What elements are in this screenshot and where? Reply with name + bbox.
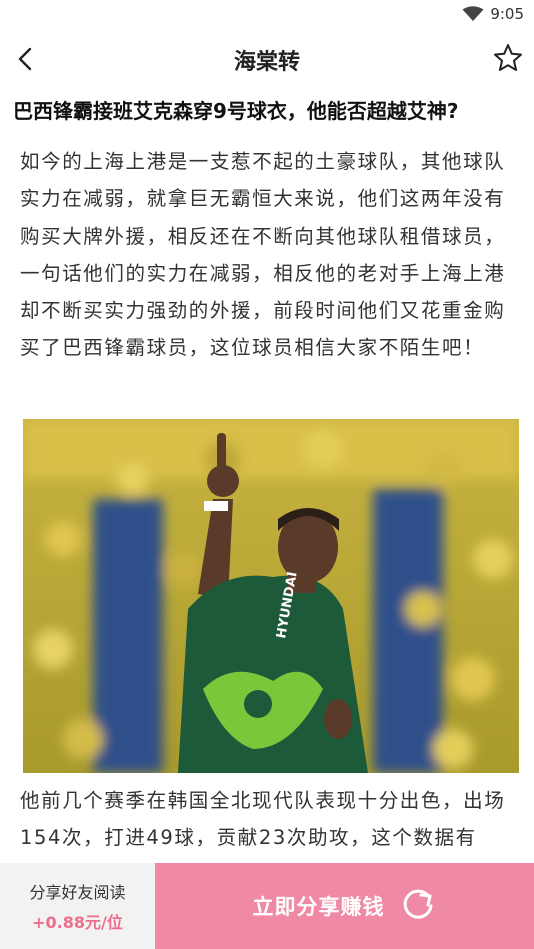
star-icon[interactable] bbox=[492, 42, 524, 74]
share-button-label: 立即分享赚钱 bbox=[252, 895, 385, 919]
page-title: 海棠转 bbox=[233, 50, 300, 75]
refresh-share-icon bbox=[403, 889, 432, 919]
status-bar: 9:05 bbox=[0, 0, 534, 30]
article-title: 巴西锋霸接班艾克森穿9号球衣，他能否超越艾神? bbox=[13, 99, 459, 123]
status-icons: 9:05 bbox=[462, 5, 524, 23]
wifi-icon bbox=[462, 6, 484, 21]
article-paragraph: 他前几个赛季在韩国全北现代队表现十分出色，出场154次，打进49球，贡献23次助… bbox=[20, 789, 506, 850]
article-paragraph: 如今的上海上港是一支惹不起的土豪球队，其他球队实力在减弱，就拿巨无霸恒大来说，他… bbox=[20, 150, 506, 360]
nav-bar: 海棠转 bbox=[0, 30, 534, 88]
share-earn-button[interactable]: 立即分享赚钱 bbox=[155, 863, 534, 949]
share-info: 分享好友阅读 +0.88元/位 bbox=[0, 863, 155, 949]
article-image: HYUNDAI bbox=[23, 419, 519, 773]
bottom-bar: 分享好友阅读 +0.88元/位 立即分享赚钱 bbox=[0, 863, 534, 949]
status-time: 9:05 bbox=[490, 5, 524, 23]
share-info-label: 分享好友阅读 bbox=[29, 883, 126, 902]
share-reward: +0.88元/位 bbox=[32, 913, 123, 932]
